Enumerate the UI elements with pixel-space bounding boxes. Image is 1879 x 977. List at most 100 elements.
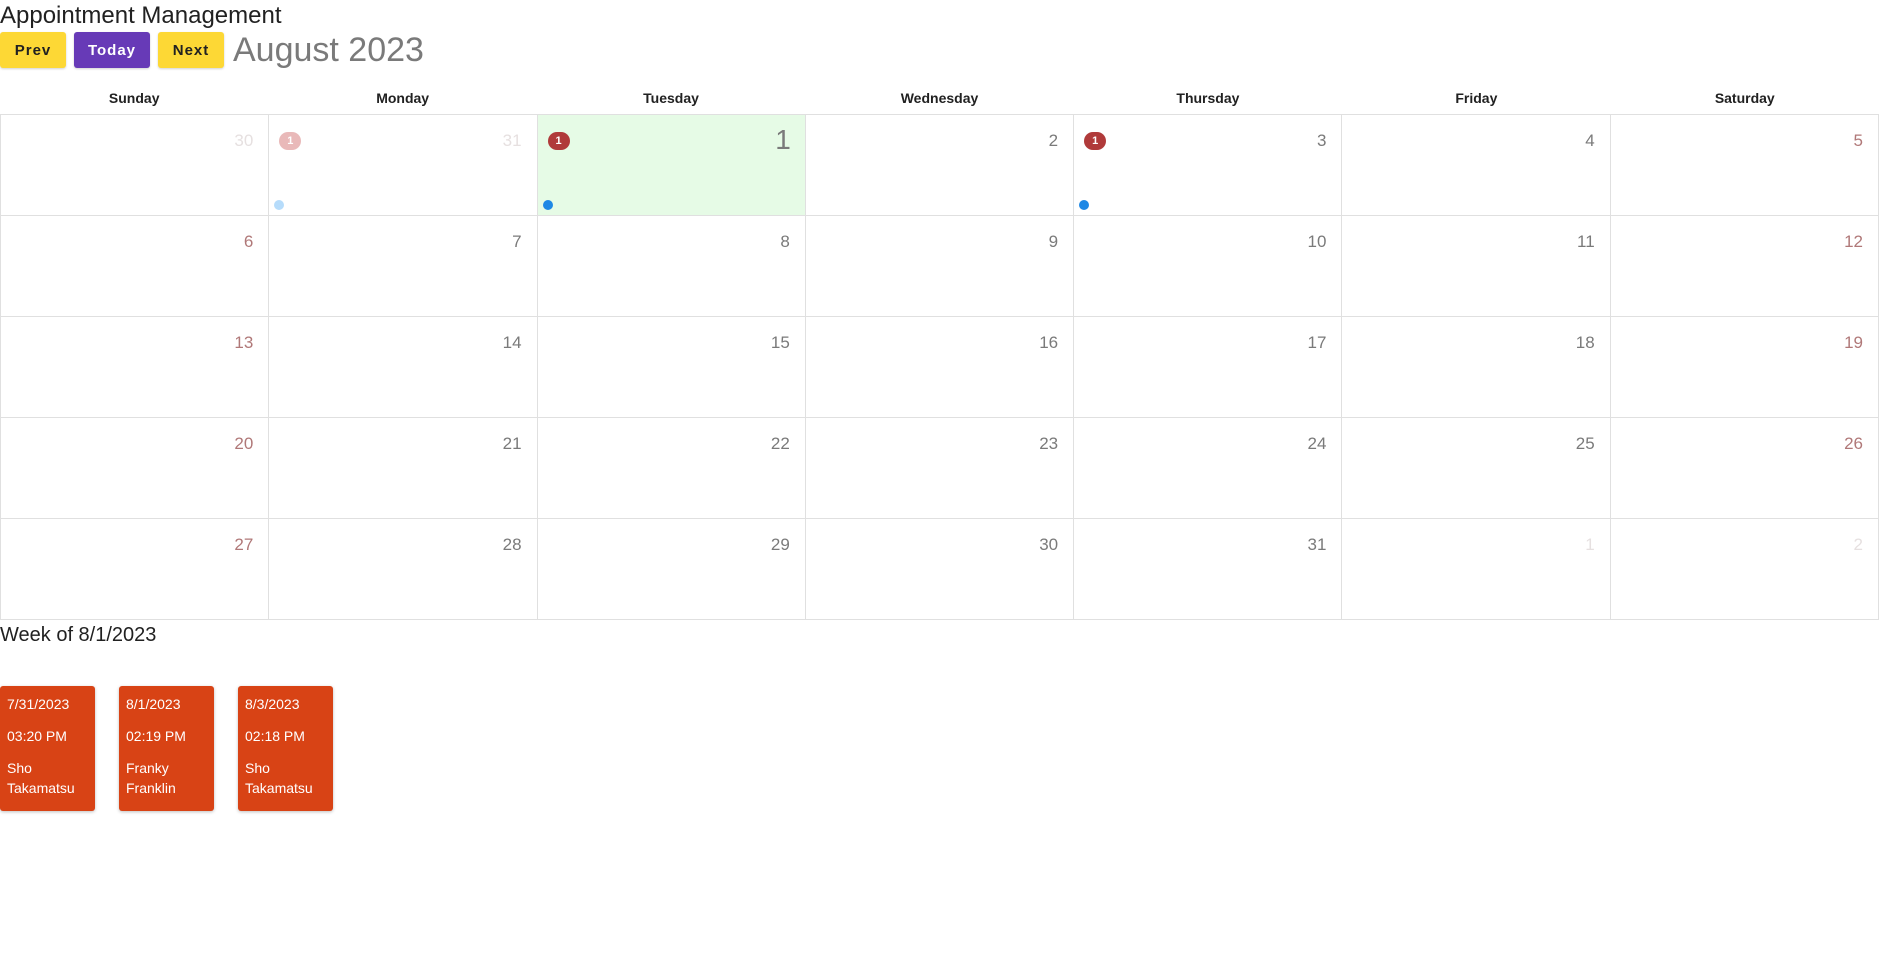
day-number: 19: [1844, 333, 1863, 352]
day-cell[interactable]: 30: [1, 115, 270, 216]
day-number: 21: [502, 434, 522, 453]
day-number: 31: [502, 131, 522, 150]
day-number: 1: [775, 124, 791, 155]
next-button[interactable]: Next: [158, 32, 224, 68]
weekday-monday: Monday: [376, 90, 430, 106]
day-number: 9: [1048, 232, 1059, 251]
day-cell[interactable]: 25: [1342, 418, 1611, 519]
appointment-name: Franky Franklin: [126, 760, 176, 796]
day-number: 13: [234, 333, 254, 352]
appointment-count-badge: 1: [1084, 132, 1107, 150]
appointment-card[interactable]: 8/1/2023 02:19 PM Franky Franklin: [119, 686, 214, 811]
day-cell[interactable]: 18: [1342, 317, 1611, 418]
appointment-date: 8/1/2023: [126, 696, 181, 712]
day-number: 2: [1853, 535, 1863, 554]
day-cell[interactable]: 2: [1610, 519, 1879, 620]
day-number: 8: [780, 232, 790, 251]
calendar-grid: 30 1 31 1 1 2 1 3 4 5 6 7 8 9 10 11 12 1…: [0, 114, 1879, 620]
weekday-header: Sunday Monday Tuesday Wednesday Thursday…: [0, 86, 1879, 114]
appointment-card[interactable]: 7/31/2023 03:20 PM Sho Takamatsu: [0, 686, 95, 811]
day-cell[interactable]: 10: [1074, 216, 1343, 317]
day-cell[interactable]: 1 31: [269, 115, 538, 216]
day-number: 17: [1307, 333, 1327, 352]
day-number: 30: [234, 131, 254, 150]
day-cell[interactable]: 9: [805, 216, 1075, 317]
day-cell[interactable]: 27: [1, 519, 270, 620]
day-cell[interactable]: 31: [1074, 519, 1343, 620]
day-number: 11: [1577, 232, 1595, 251]
day-number: 25: [1575, 434, 1595, 453]
day-number: 29: [770, 535, 790, 554]
month-title: August 2023: [233, 31, 424, 69]
appointment-time: 02:18 PM: [245, 728, 305, 744]
day-number: 31: [1307, 535, 1327, 554]
day-number: 15: [770, 333, 790, 352]
day-number: 5: [1853, 131, 1863, 150]
weekday-wednesday: Wednesday: [900, 90, 979, 106]
day-number: 24: [1307, 434, 1327, 453]
calendar-toolbar: Prev Today Next August 2023: [0, 32, 424, 68]
day-number: 22: [770, 434, 790, 453]
day-cell[interactable]: 24: [1074, 418, 1343, 519]
appointment-date: 7/31/2023: [7, 696, 70, 712]
day-number: 18: [1575, 333, 1595, 352]
month-calendar: Sunday Monday Tuesday Wednesday Thursday…: [0, 86, 1879, 620]
day-number: 12: [1844, 232, 1863, 251]
day-cell[interactable]: 14: [269, 317, 538, 418]
appointment-count-badge: 1: [547, 132, 570, 150]
day-cell[interactable]: 19: [1610, 317, 1879, 418]
prev-button[interactable]: Prev: [0, 32, 66, 68]
day-cell[interactable]: 17: [1074, 317, 1343, 418]
day-cell[interactable]: 1 3: [1074, 115, 1343, 216]
day-number: 20: [234, 434, 254, 453]
appointment-time: 03:20 PM: [7, 728, 67, 744]
day-cell-today[interactable]: 1 1: [537, 115, 806, 216]
weekday-thursday: Thursday: [1176, 90, 1240, 106]
day-cell[interactable]: 5: [1610, 115, 1879, 216]
event-dot-icon: [1079, 200, 1090, 210]
day-cell[interactable]: 4: [1342, 115, 1611, 216]
day-number: 28: [502, 535, 522, 554]
weekday-sunday: Sunday: [108, 90, 160, 106]
appointment-date: 8/3/2023: [245, 696, 300, 712]
day-cell[interactable]: 16: [805, 317, 1075, 418]
appointment-name: Sho Takamatsu: [245, 760, 313, 796]
day-cell[interactable]: 13: [1, 317, 270, 418]
day-number: 14: [502, 333, 522, 352]
day-cell[interactable]: 22: [537, 418, 806, 519]
day-cell[interactable]: 15: [537, 317, 806, 418]
day-number: 26: [1844, 434, 1863, 453]
day-cell[interactable]: 26: [1610, 418, 1879, 519]
day-number: 16: [1039, 333, 1059, 352]
day-cell[interactable]: 28: [269, 519, 538, 620]
appointment-list: 7/31/2023 03:20 PM Sho Takamatsu 8/1/202…: [0, 686, 357, 811]
page-title: Appointment Management: [0, 2, 282, 29]
day-number: 10: [1307, 232, 1327, 251]
day-cell[interactable]: 20: [1, 418, 270, 519]
appointment-card[interactable]: 8/3/2023 02:18 PM Sho Takamatsu: [238, 686, 333, 811]
day-cell[interactable]: 21: [269, 418, 538, 519]
day-cell[interactable]: 6: [1, 216, 270, 317]
day-number: 4: [1585, 131, 1595, 150]
weekday-friday: Friday: [1455, 90, 1498, 106]
appointment-count-badge: 1: [279, 132, 302, 150]
weekday-saturday: Saturday: [1714, 90, 1775, 106]
day-cell[interactable]: 1: [1342, 519, 1611, 620]
day-cell[interactable]: 11: [1342, 216, 1611, 317]
day-number: 3: [1316, 131, 1327, 150]
day-cell[interactable]: 7: [269, 216, 538, 317]
day-cell[interactable]: 29: [537, 519, 806, 620]
day-cell[interactable]: 23: [805, 418, 1075, 519]
appointment-time: 02:19 PM: [126, 728, 186, 744]
day-number: 30: [1039, 535, 1059, 554]
day-number: 23: [1039, 434, 1059, 453]
day-number: 1: [1585, 535, 1595, 554]
day-number: 6: [243, 232, 254, 251]
day-cell[interactable]: 30: [805, 519, 1075, 620]
today-button[interactable]: Today: [74, 32, 150, 68]
day-number: 7: [512, 232, 522, 251]
day-cell[interactable]: 8: [537, 216, 806, 317]
day-cell[interactable]: 12: [1610, 216, 1879, 317]
event-dot-icon: [542, 200, 553, 210]
day-cell[interactable]: 2: [805, 115, 1075, 216]
